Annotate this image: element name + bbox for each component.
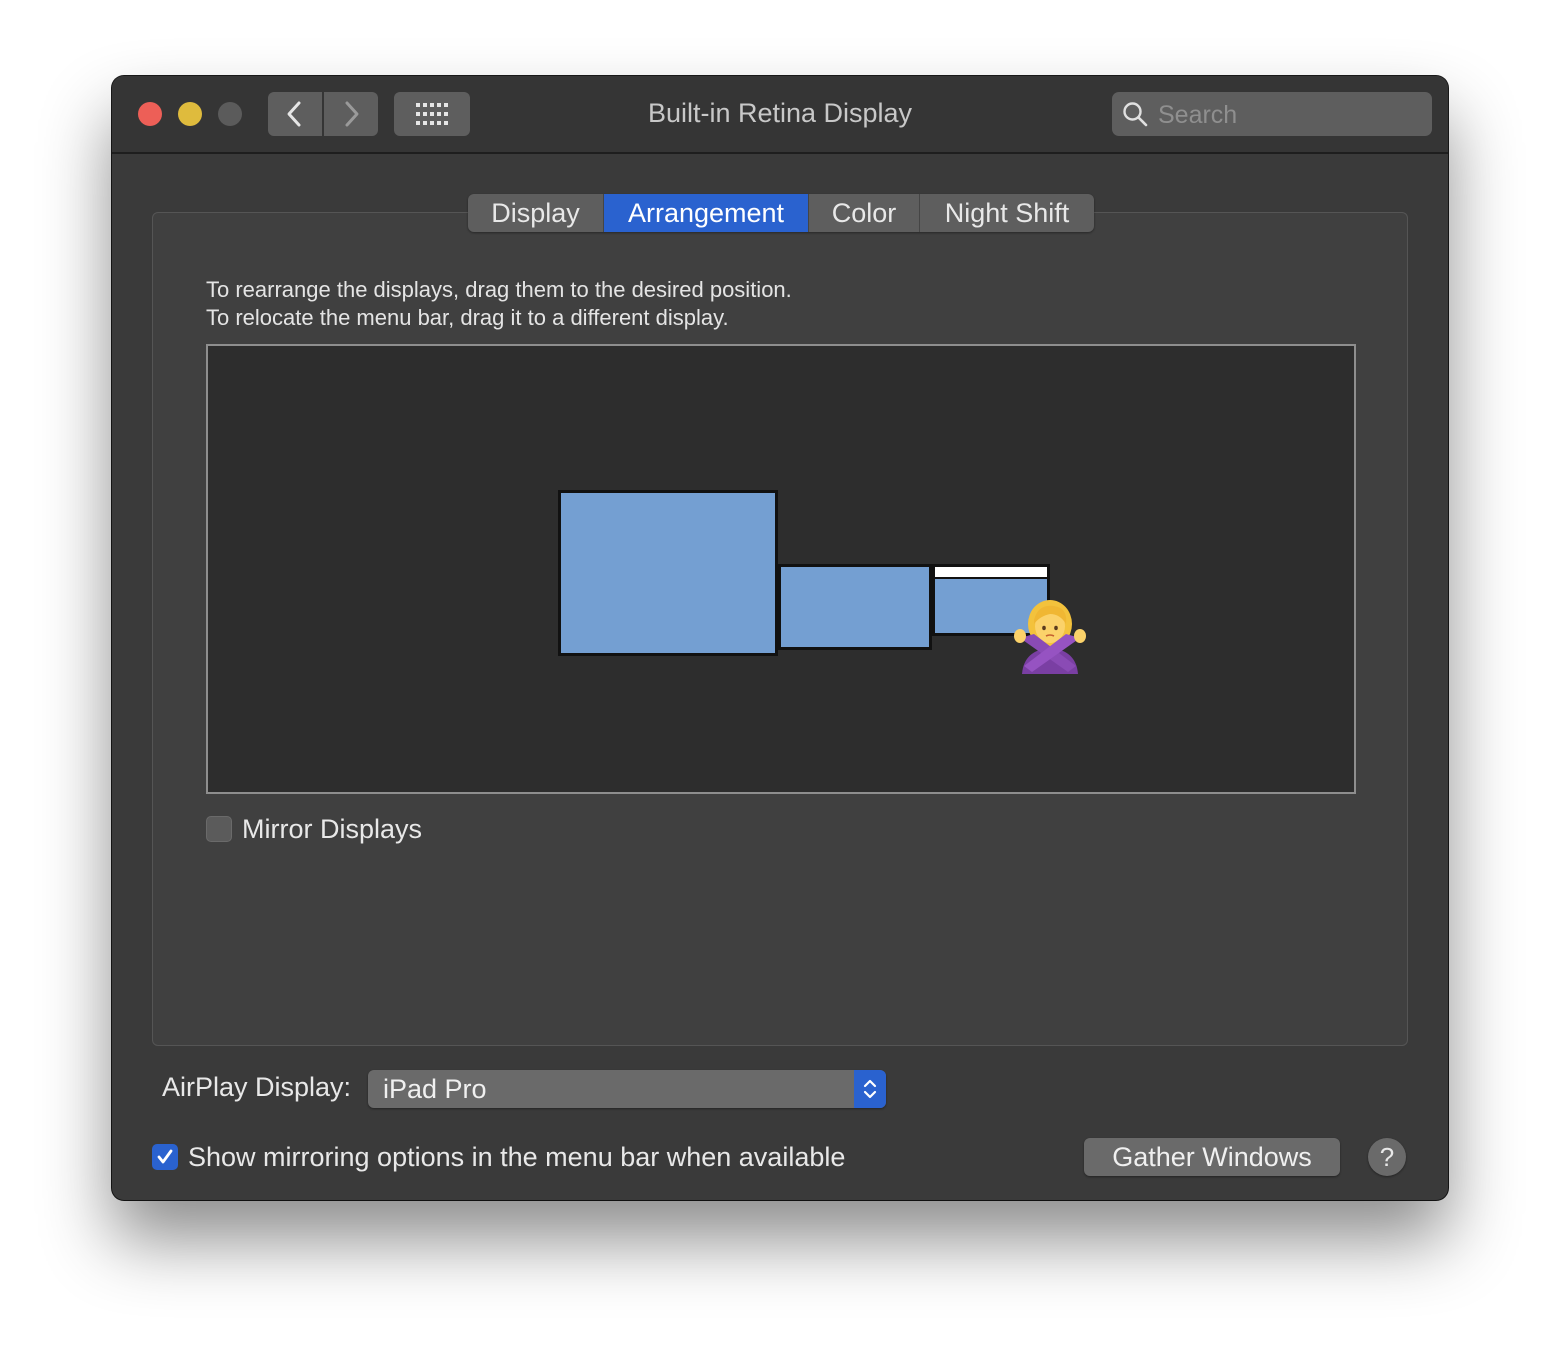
- tab-bar: Display Arrangement Color Night Shift: [468, 194, 1094, 232]
- help-button[interactable]: ?: [1368, 1138, 1406, 1176]
- tab-display[interactable]: Display: [468, 194, 604, 232]
- menu-bar-indicator[interactable]: [935, 567, 1047, 579]
- search-input[interactable]: [1156, 98, 1420, 132]
- mirror-displays-option[interactable]: Mirror Displays: [206, 814, 422, 844]
- airplay-display-select[interactable]: iPad Pro: [368, 1070, 886, 1108]
- search-field[interactable]: [1112, 92, 1432, 136]
- show-mirroring-option[interactable]: Show mirroring options in the menu bar w…: [152, 1142, 845, 1172]
- search-icon: [1123, 102, 1148, 127]
- mirror-displays-label: Mirror Displays: [242, 813, 423, 844]
- tab-night-shift[interactable]: Night Shift: [920, 194, 1094, 232]
- updown-arrows-icon: [854, 1070, 886, 1108]
- mirror-displays-checkbox[interactable]: [206, 816, 232, 842]
- display-2[interactable]: [778, 564, 932, 650]
- woman-gesturing-no-emoji: [1014, 600, 1086, 674]
- instruction-line-1: To rearrange the displays, drag them to …: [206, 277, 792, 302]
- airplay-display-label: AirPlay Display:: [162, 1072, 352, 1102]
- instruction-line-2: To relocate the menu bar, drag it to a d…: [206, 305, 729, 330]
- gather-windows-button[interactable]: Gather Windows: [1084, 1138, 1340, 1176]
- arrangement-instructions: To rearrange the displays, drag them to …: [206, 276, 792, 332]
- checkmark-icon: [157, 1149, 173, 1164]
- tab-color[interactable]: Color: [809, 194, 920, 232]
- preferences-window: Built-in Retina Display Display Arrangem…: [112, 76, 1448, 1200]
- title-bar: Built-in Retina Display: [112, 76, 1448, 154]
- tab-arrangement[interactable]: Arrangement: [604, 194, 809, 232]
- show-mirroring-checkbox[interactable]: [152, 1144, 178, 1170]
- show-mirroring-label: Show mirroring options in the menu bar w…: [188, 1141, 846, 1172]
- display-1[interactable]: [558, 490, 778, 656]
- display-arrangement-canvas: [206, 344, 1356, 794]
- airplay-display-value: iPad Pro: [383, 1074, 487, 1104]
